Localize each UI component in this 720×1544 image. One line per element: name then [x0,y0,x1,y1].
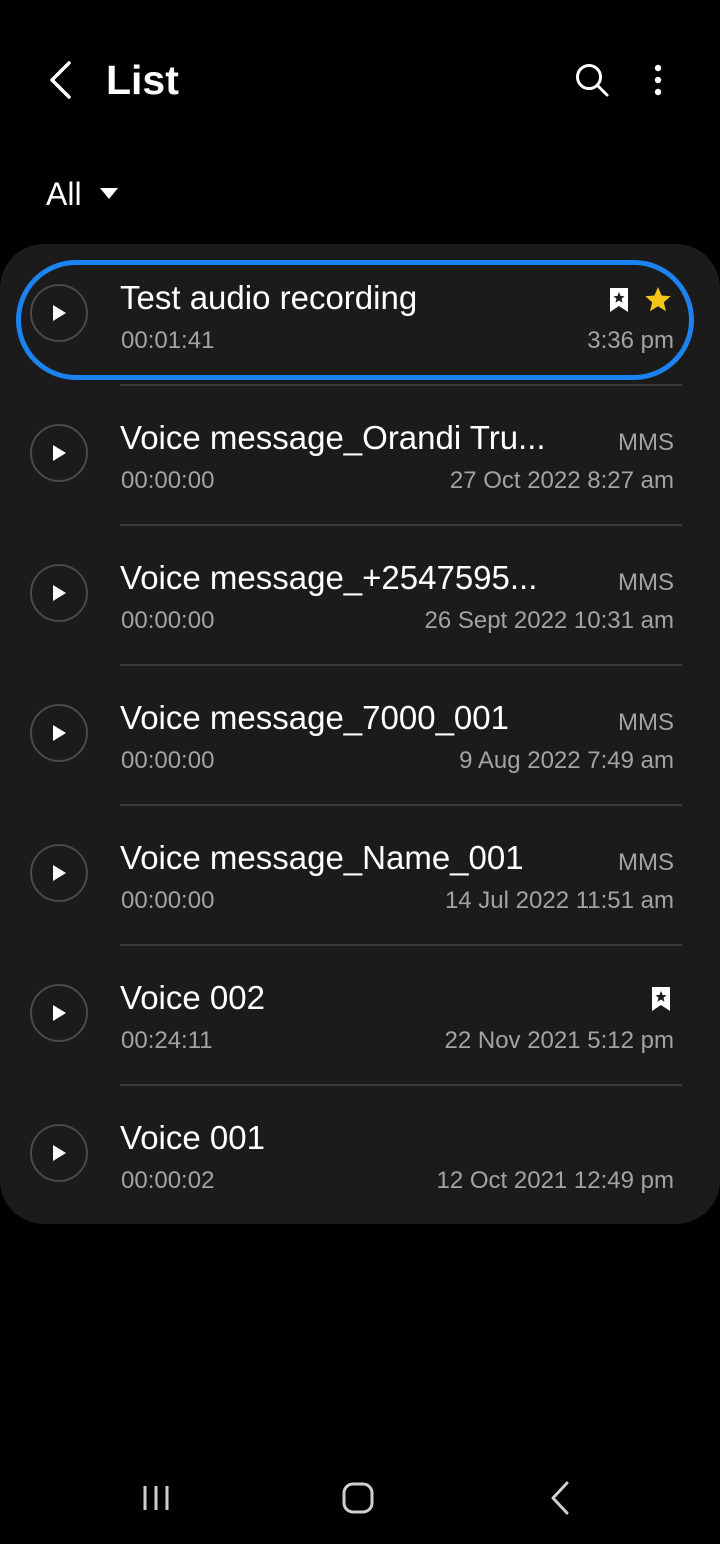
play-button[interactable] [30,1124,88,1182]
divider [120,1084,682,1086]
recording-title: Test audio recording [120,279,418,316]
recording-date: 12 Oct 2021 12:49 pm [436,1167,675,1194]
mms-tag: MMS [618,849,674,876]
play-button[interactable] [30,564,88,622]
mms-tag: MMS [618,569,674,596]
system-navigation-bar [0,1450,720,1544]
recording-duration: 00:00:00 [121,607,215,634]
recording-date: 26 Sept 2022 10:31 am [424,607,674,634]
recording-date: 3:36 pm [587,327,674,354]
recording-duration: 00:00:00 [121,747,215,774]
recording-duration: 00:00:02 [121,1167,215,1194]
more-vertical-icon [654,64,662,96]
home-icon [342,1482,374,1514]
play-button[interactable] [30,424,88,482]
recording-duration: 00:00:00 [121,467,215,494]
search-icon [576,64,609,97]
play-icon [53,865,66,881]
recording-duration: 00:24:11 [121,1027,213,1054]
back-arrow-icon [551,1481,569,1515]
home-button[interactable] [328,1472,388,1524]
recording-item[interactable]: Voice 002 00:24:11 22 Nov 2021 5:12 pm [0,944,720,1084]
chevron-left-icon [50,61,71,99]
recording-title: Voice message_7000_001 [120,699,509,736]
recording-markers [650,986,672,1012]
system-back-button[interactable] [530,1472,590,1524]
play-icon [53,1005,66,1021]
play-button[interactable] [30,984,88,1042]
recordings-list: Test audio recording 00:01:41 3:36 pm Vo… [0,244,720,1224]
recording-markers [608,286,672,313]
recording-duration: 00:01:41 [121,327,215,354]
page-title: List [106,57,179,103]
recording-date: 9 Aug 2022 7:49 am [459,747,674,774]
recording-item[interactable]: Voice message_Name_001 00:00:00 MMS 14 J… [0,804,720,944]
divider [120,384,682,386]
more-options-button[interactable] [636,56,680,104]
recording-date: 14 Jul 2022 11:51 am [444,887,674,914]
back-button[interactable] [40,58,80,102]
divider [120,804,682,806]
play-button[interactable] [30,704,88,762]
recording-title: Voice message_+2547595... [120,559,538,596]
mms-tag: MMS [618,709,674,736]
mms-tag: MMS [618,429,674,456]
recording-title: Voice message_Orandi Tru... [120,419,546,456]
bookmark-icon [652,987,670,1011]
divider [120,524,682,526]
filter-label: All [46,176,82,212]
recording-item[interactable]: Voice 001 00:00:02 12 Oct 2021 12:49 pm [0,1084,720,1224]
play-icon [53,445,66,461]
dropdown-arrow-icon [99,188,118,199]
recording-title: Voice 002 [120,979,265,1016]
star-icon [645,287,671,312]
recording-date: 27 Oct 2022 8:27 am [449,467,674,494]
play-button[interactable] [30,284,88,342]
play-button[interactable] [30,844,88,902]
recording-item[interactable]: Voice message_7000_001 00:00:00 MMS 9 Au… [0,664,720,804]
recording-item[interactable]: Test audio recording 00:01:41 3:36 pm [0,244,720,384]
filter-dropdown[interactable]: All [46,172,118,216]
recording-title: Voice 001 [120,1119,265,1156]
divider [120,944,682,946]
play-icon [53,585,66,601]
search-button[interactable] [568,56,616,104]
recent-apps-button[interactable] [126,1472,186,1524]
recording-item[interactable]: Voice message_Orandi Tru... 00:00:00 MMS… [0,384,720,524]
recording-title: Voice message_Name_001 [120,839,524,876]
recording-date: 22 Nov 2021 5:12 pm [444,1027,675,1054]
recent-apps-icon [143,1486,169,1510]
play-icon [53,305,66,321]
recording-item[interactable]: Voice message_+2547595... 00:00:00 MMS 2… [0,524,720,664]
divider [120,664,682,666]
recording-duration: 00:00:00 [121,887,215,914]
app-bar: List [0,0,720,160]
play-icon [53,725,66,741]
play-icon [53,1145,66,1161]
bookmark-icon [610,287,628,312]
